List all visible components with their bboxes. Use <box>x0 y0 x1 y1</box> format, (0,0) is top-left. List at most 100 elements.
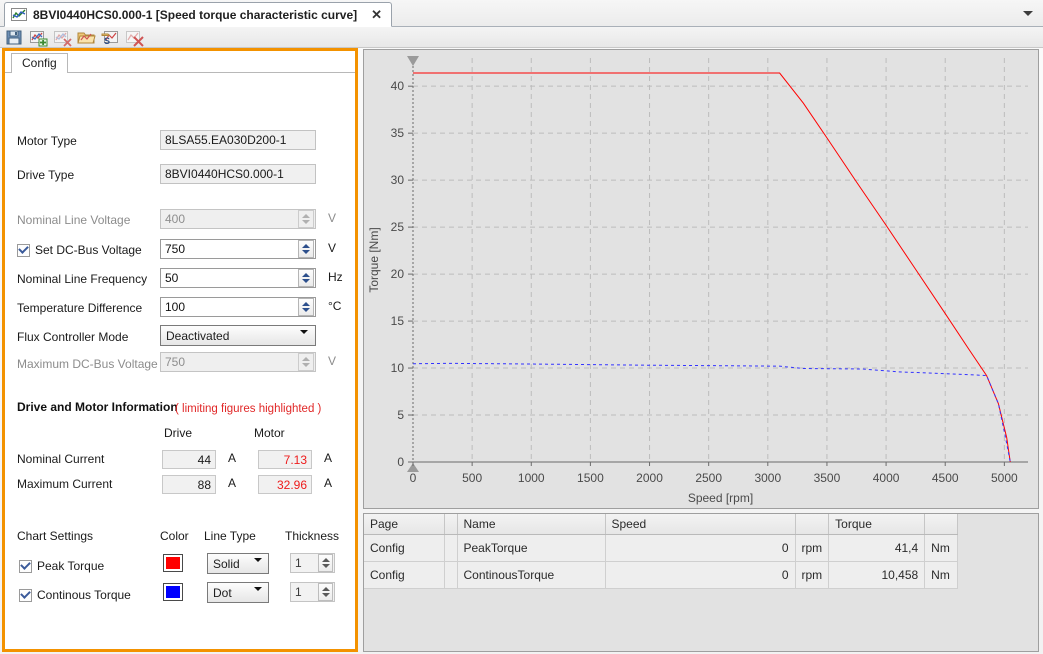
peak-torque-thickness-value: 1 <box>295 556 302 570</box>
svg-text:S: S <box>104 36 110 46</box>
curve-data-table[interactable]: Page Name Speed Torque Config PeakTorque 0… <box>364 514 959 589</box>
maximum-current-label: Maximum Current <box>17 477 113 491</box>
cell-speed[interactable]: 0 <box>605 561 796 589</box>
cell-torque[interactable]: 10,458 <box>828 561 926 589</box>
motor-type-value: 8LSA55.EA030D200-1 <box>165 133 287 147</box>
field-motor-type: Motor Type <box>17 130 157 152</box>
svg-text:500: 500 <box>462 471 482 485</box>
svg-text:10: 10 <box>391 361 405 375</box>
cell-speed[interactable]: 0 <box>605 534 796 562</box>
nominal-line-voltage-value: 400 <box>165 212 186 226</box>
close-icon[interactable]: ✕ <box>369 8 384 21</box>
field-flux-controller-mode: Flux Controller Mode <box>17 326 157 348</box>
continous-torque-color-swatch[interactable] <box>163 583 183 601</box>
svg-text:30: 30 <box>391 173 405 187</box>
config-panel: Config Motor Type 8LSA55.EA030D200-1 Dri… <box>2 48 358 652</box>
cell-speed-unit: rpm <box>795 561 830 589</box>
arrow-up-icon <box>302 357 310 361</box>
svg-text:4000: 4000 <box>873 471 900 485</box>
motor-type-field[interactable]: 8LSA55.EA030D200-1 <box>160 130 316 150</box>
checkmark-icon <box>20 588 31 599</box>
checkmark-icon <box>20 559 31 570</box>
column-header-name[interactable]: Name <box>457 514 606 535</box>
speed-torque-chart[interactable]: 0 5 10 15 20 25 30 35 40 0 500 1000 1500 2000 2500 3000… <box>363 49 1039 509</box>
table-row[interactable]: Config ContinousTorque 0 rpm 10,458 Nm <box>364 561 959 589</box>
toolbar: S <box>0 27 1043 48</box>
column-header-speed[interactable]: Speed <box>605 514 796 535</box>
document-tab[interactable]: 8BVI0440HCS0.000-1 [Speed torque charact… <box>4 2 393 27</box>
column-header-speed-unit[interactable] <box>795 514 830 535</box>
chevron-down-icon <box>300 330 308 348</box>
column-header-torque[interactable]: Torque <box>828 514 926 535</box>
cell-name[interactable]: ContinousTorque <box>457 561 606 589</box>
stepper-arrows[interactable] <box>298 240 314 258</box>
cell-page[interactable]: Config <box>364 534 445 562</box>
chart-setting-continous-torque: Continous Torque <box>19 584 131 606</box>
save-icon[interactable] <box>4 28 24 47</box>
peak-torque-color-swatch[interactable] <box>163 554 183 572</box>
maximum-dc-bus-voltage-value: 750 <box>165 355 186 369</box>
nominal-line-frequency-unit: Hz <box>328 270 343 284</box>
tab-config[interactable]: Config <box>11 53 68 73</box>
cell-color <box>444 534 458 562</box>
save-as-icon[interactable]: S <box>100 28 120 47</box>
set-dc-bus-voltage-unit: V <box>328 241 337 255</box>
nominal-line-frequency-label: Nominal Line Frequency <box>17 272 148 286</box>
open-folder-icon[interactable] <box>76 28 96 47</box>
column-header-page[interactable]: Page <box>364 514 445 535</box>
stepper-arrows[interactable] <box>298 298 314 316</box>
continous-torque-line-type-value: Dot <box>213 585 232 600</box>
stepper-arrows <box>298 353 314 371</box>
config-tab-strip: Config <box>5 51 355 73</box>
svg-text:Speed [rpm]: Speed [rpm] <box>688 491 753 505</box>
delete-curve-icon[interactable] <box>124 28 144 47</box>
drive-type-field[interactable]: 8BVI0440HCS0.000-1 <box>160 164 316 184</box>
stepper-arrows[interactable] <box>298 269 314 287</box>
temperature-difference-value: 100 <box>165 300 186 314</box>
cell-name[interactable]: PeakTorque <box>457 534 606 562</box>
nominal-current-motor-value: 7.13 <box>258 450 312 469</box>
table-row[interactable]: Config PeakTorque 0 rpm 41,4 Nm <box>364 534 959 562</box>
chevron-down-icon[interactable] <box>1021 6 1035 20</box>
continous-torque-checkbox[interactable] <box>19 588 32 602</box>
chart-curve-icon <box>11 7 27 22</box>
cell-page[interactable]: Config <box>364 561 445 589</box>
add-chart-icon[interactable] <box>28 28 48 47</box>
column-header-color[interactable] <box>444 514 458 535</box>
field-temperature-difference: Temperature Difference <box>17 297 157 319</box>
peak-torque-line-type-select[interactable]: Solid <box>207 553 269 576</box>
flux-controller-mode-value: Deactivated <box>166 328 230 343</box>
arrow-down-icon <box>302 363 310 367</box>
nominal-current-motor-unit: A <box>324 451 333 465</box>
nominal-line-frequency-stepper[interactable]: 50 <box>160 268 316 288</box>
chevron-down-icon <box>254 587 262 605</box>
stepper-arrows <box>298 210 314 228</box>
cell-color <box>444 561 458 589</box>
flux-controller-mode-select[interactable]: Deactivated <box>160 325 316 348</box>
set-dc-bus-voltage-checkbox[interactable] <box>17 243 30 257</box>
svg-text:2000: 2000 <box>636 471 663 485</box>
cell-torque[interactable]: 41,4 <box>828 534 926 562</box>
set-dc-bus-voltage-stepper[interactable]: 750 <box>160 239 316 259</box>
nominal-current-drive-unit: A <box>228 451 237 465</box>
arrow-down-icon <box>321 564 330 568</box>
svg-text:25: 25 <box>391 220 405 234</box>
arrow-down-icon <box>302 279 310 283</box>
column-header-torque-unit[interactable] <box>924 514 959 535</box>
nominal-current-drive-value: 44 <box>162 450 216 469</box>
stepper-arrows[interactable] <box>318 583 333 601</box>
cell-torque-unit: Nm <box>924 534 959 562</box>
stepper-arrows[interactable] <box>318 554 333 572</box>
continous-torque-line-type-select[interactable]: Dot <box>207 582 269 605</box>
peak-torque-checkbox[interactable] <box>19 559 32 573</box>
drive-motor-info-note: ( limiting figures highlighted ) <box>175 403 322 415</box>
remove-chart-icon[interactable] <box>52 28 72 47</box>
peak-torque-thickness-stepper[interactable]: 1 <box>290 553 335 573</box>
temperature-difference-stepper[interactable]: 100 <box>160 297 316 317</box>
flux-controller-mode-label: Flux Controller Mode <box>17 330 129 344</box>
arrow-up-icon <box>302 302 310 306</box>
svg-text:4500: 4500 <box>932 471 959 485</box>
maximum-current-motor-value: 32.96 <box>258 475 312 494</box>
continous-torque-thickness-stepper[interactable]: 1 <box>290 582 335 602</box>
drive-type-value: 8BVI0440HCS0.000-1 <box>165 167 284 181</box>
